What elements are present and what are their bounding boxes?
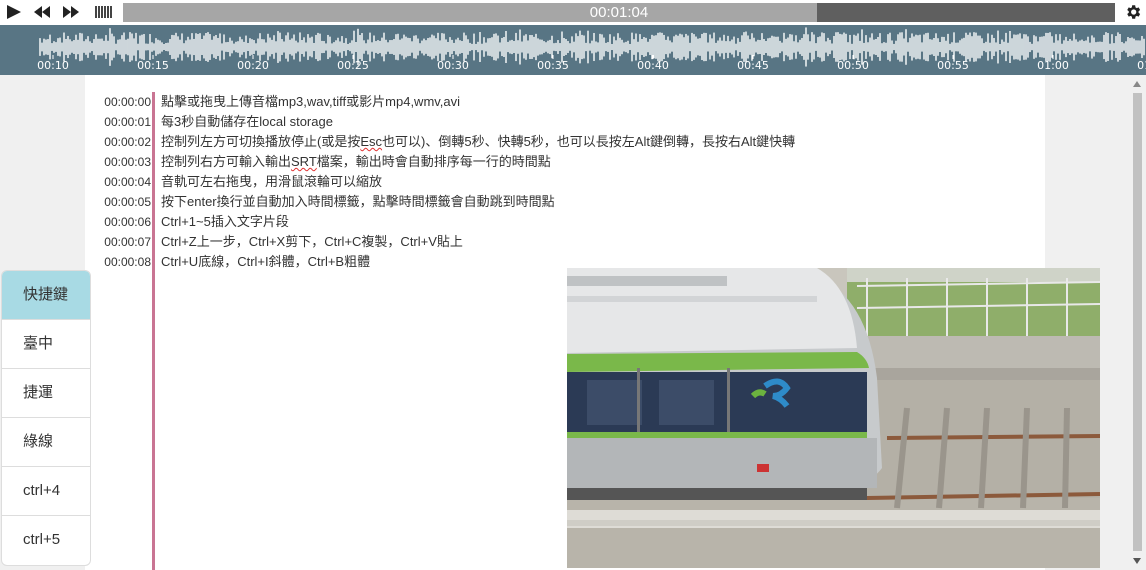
timeline-tick-label: 00:20 [237,59,269,72]
transcript-text: 也可以)、倒轉5秒、快轉5秒，也可以長按左Alt鍵倒轉，長按右Alt鍵快轉 [382,134,796,149]
timestamp[interactable]: 00:00:02 [85,132,151,152]
spellcheck-word: SRT [291,154,317,169]
waveform-icon[interactable] [93,2,117,22]
shortcut-item[interactable]: 臺中 [2,320,90,369]
timeline-tick-label: 00:10 [37,59,69,72]
timeline-tick-label: 00:45 [737,59,769,72]
scroll-up-arrow[interactable] [1133,81,1141,87]
timeline-tick-label: 00:50 [837,59,869,72]
transcript-line[interactable]: 點擊或拖曳上傳音檔mp3,wav,tiff或影片mp4,wmv,avi [161,92,1031,112]
transcript-lines[interactable]: 點擊或拖曳上傳音檔mp3,wav,tiff或影片mp4,wmv,avi 每3秒自動… [161,92,1031,272]
waveform-track[interactable]: 00:10 00:15 00:20 00:25 00:30 00:35 00:40 00:45… [0,25,1146,75]
transcript-text: 控制列右方可輸入輸出 [161,154,292,169]
timestamp[interactable]: 00:00:05 [85,192,151,212]
video-preview[interactable] [567,268,1100,568]
transcript-line[interactable]: 按下enter換行並自動加入時間標籤，點擊時間標籤會自動跳到時間點 [161,192,1031,212]
scroll-down-arrow[interactable] [1133,558,1141,564]
rewind-icon[interactable] [30,2,54,22]
timestamp-column: 00:00:00 00:00:01 00:00:02 00:00:03 00:00:04… [85,92,151,272]
timeline-tick-label: 00:40 [637,59,669,72]
timestamp[interactable]: 00:00:00 [85,92,151,112]
progress-bar[interactable]: 00:01:04 [123,3,1115,22]
transcript-text: 控制列左方可切換播放停止(或是按 [161,134,361,149]
timestamp-divider [152,92,155,570]
transcript-line[interactable]: 控制列右方可輸入輸出SRT檔案，輸出時會自動排序每一行的時間點 [161,152,1031,172]
transcript-line[interactable]: Ctrl+Z上一步，Ctrl+X剪下，Ctrl+C複製，Ctrl+V貼上 [161,232,1031,252]
shortcut-item[interactable]: 綠線 [2,418,90,467]
timeline-tick-label: 01:00 [1037,59,1069,72]
timestamp[interactable]: 00:00:08 [85,252,151,272]
timestamp[interactable]: 00:00:01 [85,112,151,132]
timestamp[interactable]: 00:00:03 [85,152,151,172]
scroll-thumb[interactable] [1133,93,1142,551]
timeline-tick-label: 00:25 [337,59,369,72]
shortcut-item[interactable]: ctrl+4 [2,467,90,516]
timeline-tick-label: 00:15 [137,59,169,72]
current-time: 00:01:04 [589,4,649,21]
scrollbar[interactable] [1129,75,1146,570]
fast-forward-icon[interactable] [59,2,83,22]
timestamp[interactable]: 00:00:04 [85,172,151,192]
gear-icon[interactable] [1124,3,1142,21]
transcript-line[interactable]: 控制列左方可切換播放停止(或是按Esc也可以)、倒轉5秒、快轉5秒，也可以長按左… [161,132,1031,152]
timeline-tick-label: 00:30 [437,59,469,72]
transcript-text: 檔案，輸出時會自動排序每一行的時間點 [316,154,551,169]
shortcut-panel: 快捷鍵 臺中 捷運 綠線 ctrl+4 ctrl+5 [1,270,91,566]
transcript-line[interactable]: 每3秒自動儲存在local storage [161,112,1031,132]
timeline-tick-label: 00:55 [937,59,969,72]
transcript-line[interactable]: Ctrl+1~5插入文字片段 [161,212,1031,232]
timestamp[interactable]: 00:00:07 [85,232,151,252]
timeline-tick-label: 00:35 [537,59,569,72]
shortcut-item[interactable]: ctrl+5 [2,516,90,565]
spellcheck-word: Esc [360,134,383,149]
train-video-frame [567,268,1100,568]
shortcut-item[interactable]: 快捷鍵 [2,271,90,320]
timeline-tick-label: 01:05 [1137,59,1146,72]
waveform-graph [39,27,1145,67]
timestamp[interactable]: 00:00:06 [85,212,151,232]
control-bar: 00:01:04 [0,0,1146,25]
play-icon[interactable] [3,2,27,22]
shortcut-item[interactable]: 捷運 [2,369,90,418]
transcript-line[interactable]: 音軌可左右拖曳，用滑鼠滾輪可以縮放 [161,172,1031,192]
